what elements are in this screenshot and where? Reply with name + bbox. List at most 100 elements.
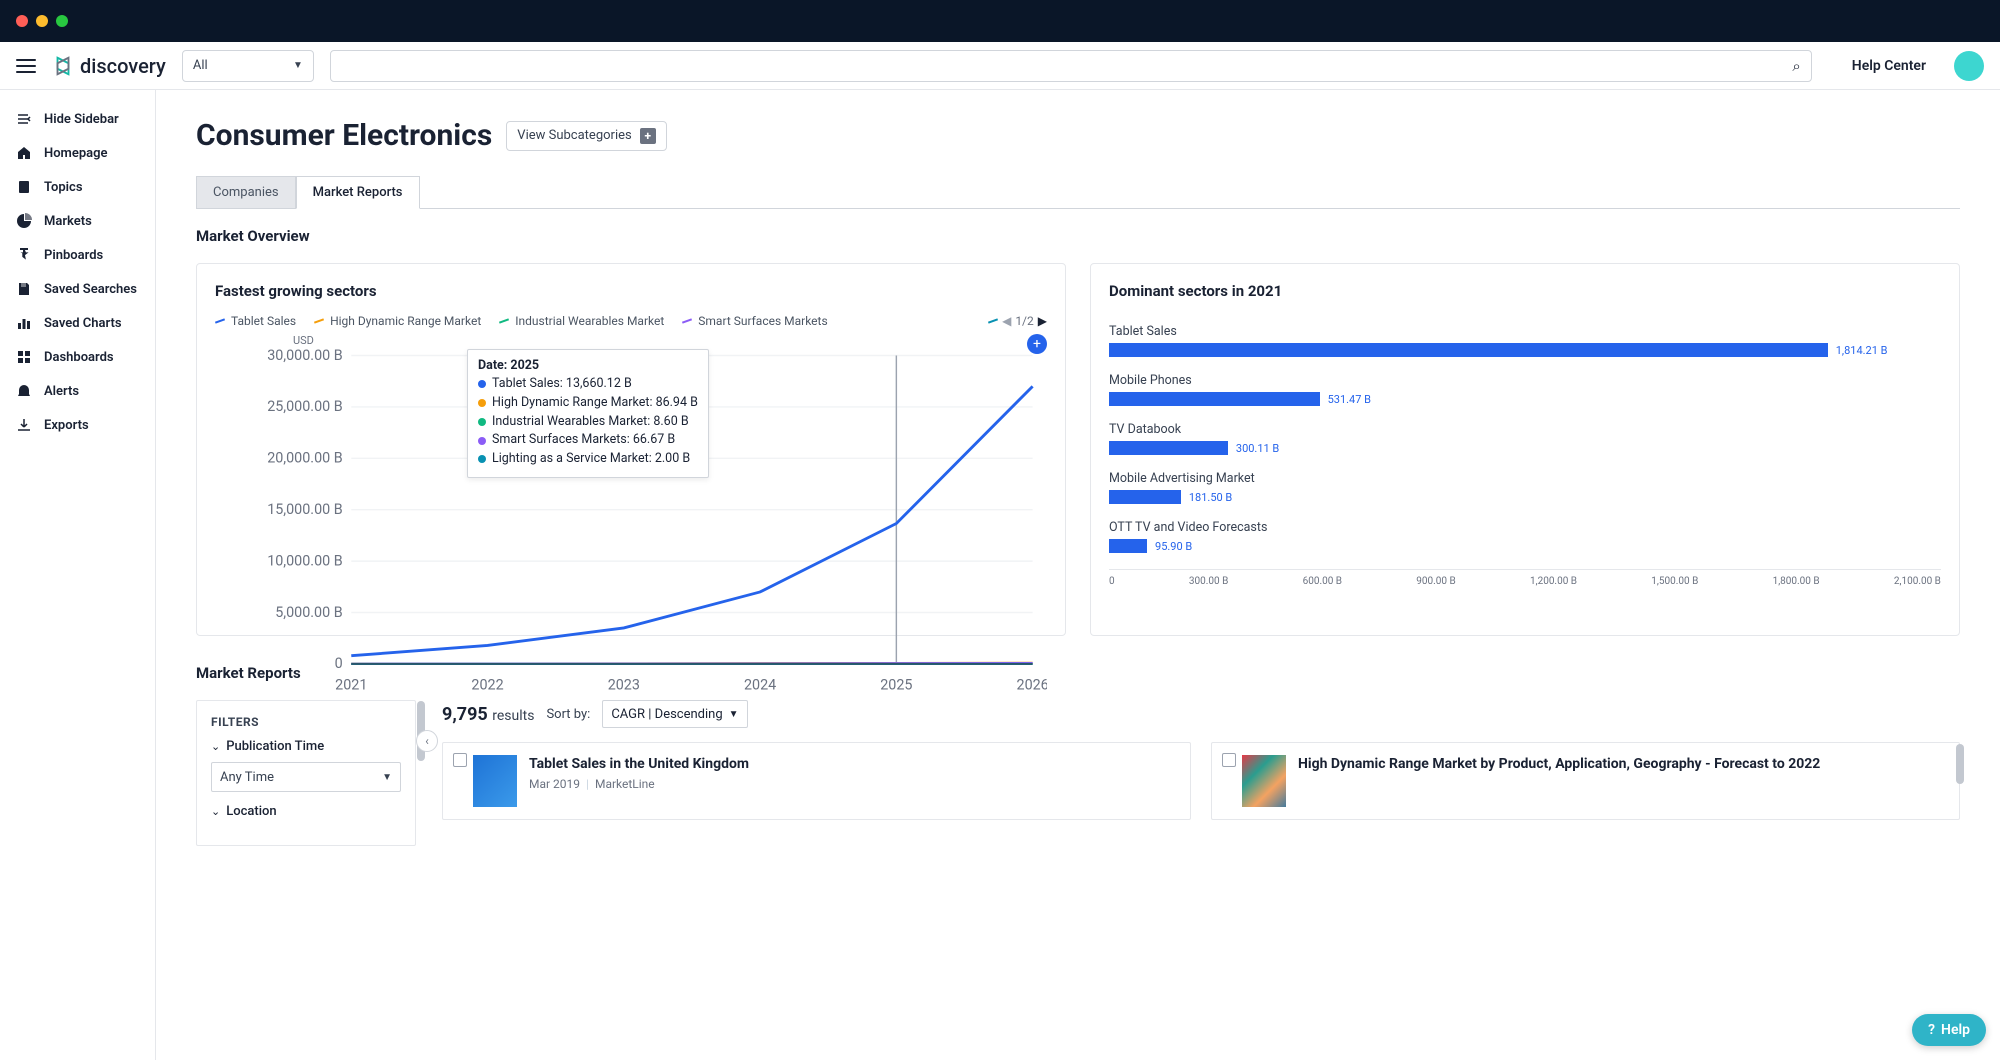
bar-label: Tablet Sales bbox=[1109, 324, 1941, 339]
publication-time-select[interactable]: Any Time ▼ bbox=[211, 762, 401, 792]
tab-market-reports[interactable]: Market Reports bbox=[296, 176, 420, 209]
hamburger-menu-button[interactable] bbox=[16, 56, 36, 76]
report-thumbnail bbox=[473, 755, 517, 807]
home-icon bbox=[16, 145, 32, 161]
chevron-down-icon: ⌄ bbox=[211, 740, 220, 753]
grid-icon bbox=[16, 349, 32, 365]
sidebar-item-alerts[interactable]: Alerts bbox=[0, 374, 155, 408]
report-meta: Mar 2019|MarketLine bbox=[529, 777, 749, 791]
sidebar-item-label: Topics bbox=[44, 180, 83, 195]
sidebar-item-pinboards[interactable]: Pinboards bbox=[0, 238, 155, 272]
legend-item[interactable]: Industrial Wearables Market bbox=[499, 314, 664, 328]
results-count: 9,795 results bbox=[442, 704, 534, 725]
bar-label: Mobile Advertising Market bbox=[1109, 471, 1941, 486]
svg-text:2024: 2024 bbox=[744, 677, 776, 694]
scope-select-value: All bbox=[193, 58, 208, 73]
tab-companies[interactable]: Companies bbox=[196, 176, 296, 209]
filter-label: Location bbox=[226, 804, 276, 819]
search-icon[interactable]: ⌕ bbox=[1792, 57, 1800, 75]
sidebar: Hide Sidebar Homepage Topics Markets Pinboar… bbox=[0, 90, 156, 1060]
bar-x-axis: 0300.00 B600.00 B900.00 B1,200.00 B1,500… bbox=[1109, 569, 1941, 587]
bar-value: 1,814.21 B bbox=[1836, 344, 1888, 357]
window-zoom-button[interactable] bbox=[56, 15, 68, 27]
sort-select[interactable]: CAGR | Descending ▼ bbox=[602, 700, 747, 728]
filter-location-toggle[interactable]: ⌄ Location bbox=[211, 804, 401, 819]
help-center-link[interactable]: Help Center bbox=[1852, 58, 1926, 74]
select-value: Any Time bbox=[220, 770, 274, 785]
window-minimize-button[interactable] bbox=[36, 15, 48, 27]
user-avatar[interactable] bbox=[1954, 51, 1984, 81]
legend-swatch-icon bbox=[215, 318, 225, 323]
sidebar-item-label: Hide Sidebar bbox=[44, 112, 119, 127]
report-card[interactable]: Tablet Sales in the United Kingdom Mar 2… bbox=[442, 742, 1191, 820]
bar-label: TV Databook bbox=[1109, 422, 1941, 437]
chevron-left-icon[interactable]: ◀ bbox=[1002, 314, 1011, 328]
report-checkbox[interactable] bbox=[453, 753, 467, 767]
sidebar-item-hide-sidebar[interactable]: Hide Sidebar bbox=[0, 102, 155, 136]
sidebar-item-topics[interactable]: Topics bbox=[0, 170, 155, 204]
legend-item[interactable]: Smart Surfaces Markets bbox=[682, 314, 827, 328]
legend-swatch-icon bbox=[988, 318, 998, 323]
bar-row[interactable]: OTT TV and Video Forecasts 95.90 B bbox=[1109, 520, 1941, 553]
chevron-right-icon[interactable]: ▶ bbox=[1038, 314, 1047, 328]
sidebar-item-label: Exports bbox=[44, 418, 89, 433]
sidebar-item-saved-searches[interactable]: Saved Searches bbox=[0, 272, 155, 306]
bar-row[interactable]: TV Databook 300.11 B bbox=[1109, 422, 1941, 455]
sidebar-item-markets[interactable]: Markets bbox=[0, 204, 155, 238]
bar-value: 181.50 B bbox=[1189, 491, 1232, 504]
page-title: Consumer Electronics bbox=[196, 118, 492, 153]
scrollbar[interactable] bbox=[1956, 744, 1964, 784]
sidebar-item-homepage[interactable]: Homepage bbox=[0, 136, 155, 170]
help-widget[interactable]: ? Help bbox=[1912, 1014, 1986, 1046]
svg-text:5,000.00 B: 5,000.00 B bbox=[275, 604, 342, 621]
collapse-filters-button[interactable]: ‹ bbox=[416, 730, 438, 752]
sidebar-item-label: Saved Charts bbox=[44, 316, 122, 331]
sidebar-item-label: Alerts bbox=[44, 384, 79, 399]
bar-row[interactable]: Mobile Phones 531.47 B bbox=[1109, 373, 1941, 406]
chevron-down-icon: ▼ bbox=[293, 60, 303, 71]
svg-text:10,000.00 B: 10,000.00 B bbox=[267, 552, 343, 569]
report-title: Tablet Sales in the United Kingdom bbox=[529, 755, 749, 773]
add-series-button[interactable]: + bbox=[1027, 334, 1047, 354]
report-checkbox[interactable] bbox=[1222, 753, 1236, 767]
pin-icon bbox=[16, 247, 32, 263]
search-input[interactable] bbox=[341, 58, 1793, 74]
sidebar-item-exports[interactable]: Exports bbox=[0, 408, 155, 442]
svg-text:15,000.00 B: 15,000.00 B bbox=[267, 501, 343, 518]
tabs: CompaniesMarket Reports bbox=[196, 175, 1960, 209]
scope-select[interactable]: All ▼ bbox=[182, 50, 314, 82]
brand-logo[interactable]: discovery bbox=[52, 54, 166, 78]
line-chart[interactable]: USD 05,000.00 B10,000.00 B15,000.00 B20,… bbox=[215, 334, 1047, 594]
book-icon bbox=[16, 179, 32, 195]
svg-text:2022: 2022 bbox=[471, 677, 503, 694]
bar-chart[interactable]: Tablet Sales 1,814.21 B Mobile Phones 53… bbox=[1109, 314, 1941, 617]
svg-text:2023: 2023 bbox=[608, 677, 640, 694]
legend-item[interactable]: High Dynamic Range Market bbox=[314, 314, 481, 328]
bell-icon bbox=[16, 383, 32, 399]
filter-publication-time-toggle[interactable]: ⌄ Publication Time bbox=[211, 739, 401, 754]
bar-value: 300.11 B bbox=[1236, 442, 1279, 455]
view-subcategories-button[interactable]: View Subcategories + bbox=[506, 121, 666, 151]
bar-row[interactable]: Mobile Advertising Market 181.50 B bbox=[1109, 471, 1941, 504]
sidebar-item-label: Markets bbox=[44, 214, 92, 229]
filters-heading: FILTERS bbox=[211, 715, 401, 729]
fastest-growing-card: Fastest growing sectors Tablet SalesHigh… bbox=[196, 263, 1066, 636]
window-close-button[interactable] bbox=[16, 15, 28, 27]
reports-body: FILTERS ⌄ Publication Time Any Time ▼ ⌄ … bbox=[196, 700, 1960, 846]
search-bar[interactable]: ⌕ bbox=[330, 50, 1812, 82]
sidebar-item-saved-charts[interactable]: Saved Charts bbox=[0, 306, 155, 340]
chart-tooltip: Date: 2025Tablet Sales: 13,660.12 BHigh … bbox=[467, 349, 709, 478]
report-title: High Dynamic Range Market by Product, Ap… bbox=[1298, 755, 1820, 773]
svg-text:2025: 2025 bbox=[880, 677, 912, 694]
bar-row[interactable]: Tablet Sales 1,814.21 B bbox=[1109, 324, 1941, 357]
report-card[interactable]: High Dynamic Range Market by Product, Ap… bbox=[1211, 742, 1960, 820]
legend-item[interactable]: Tablet Sales bbox=[215, 314, 296, 328]
sidebar-item-dashboards[interactable]: Dashboards bbox=[0, 340, 155, 374]
sidebar-item-label: Saved Searches bbox=[44, 282, 137, 297]
results-panel: 9,795 results Sort by: CAGR | Descending… bbox=[416, 700, 1960, 846]
bar-label: Mobile Phones bbox=[1109, 373, 1941, 388]
chart-legend: Tablet Sales High Dynamic Range Market Ind… bbox=[215, 314, 1047, 328]
svg-text:0: 0 bbox=[335, 655, 343, 672]
brand-name: discovery bbox=[80, 54, 166, 78]
report-thumbnail bbox=[1242, 755, 1286, 807]
